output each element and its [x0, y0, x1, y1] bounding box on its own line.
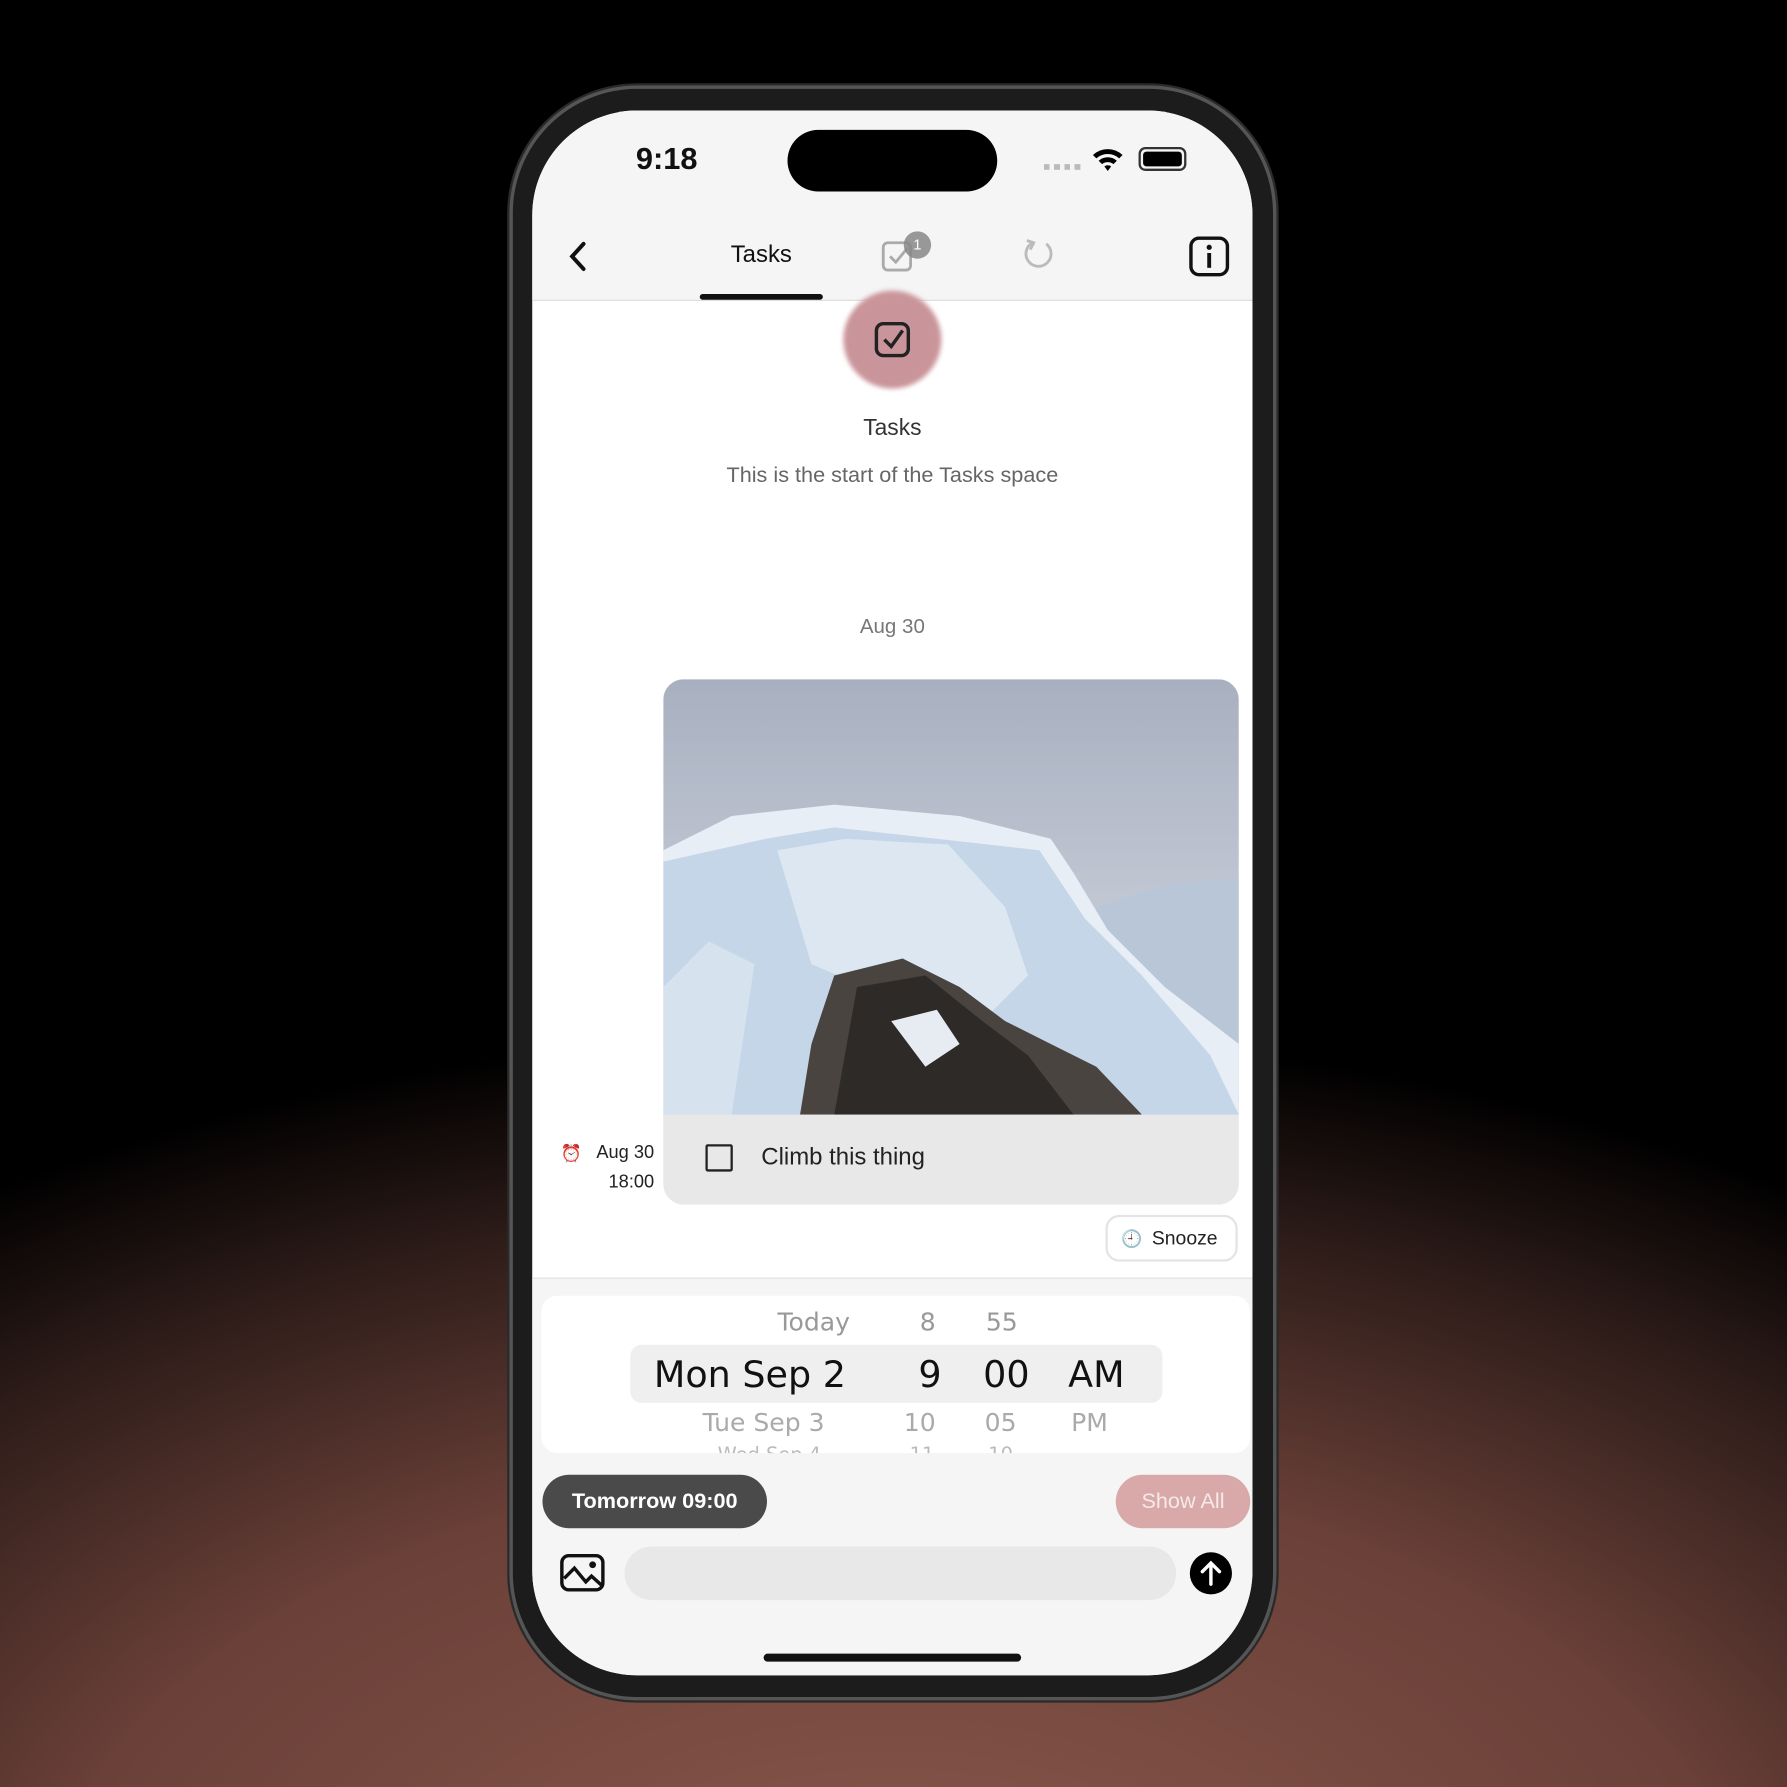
checkbox-checked-icon [874, 321, 911, 358]
tab-tasks[interactable]: Tasks [731, 242, 792, 269]
task-image [663, 679, 1239, 1115]
phone-screen: 9:18 Tasks 1 Tasks This is the start of … [532, 110, 1253, 1676]
refresh-icon[interactable] [1021, 237, 1055, 271]
image-attach-icon[interactable] [560, 1553, 606, 1592]
snooze-button[interactable]: 🕘 Snooze [1105, 1214, 1238, 1262]
picker-minute-option[interactable]: 05 [985, 1409, 1017, 1437]
stage: 9:18 Tasks 1 Tasks This is the start of … [0, 0, 1787, 1787]
badge-count: 1 [903, 231, 932, 259]
info-icon[interactable] [1189, 236, 1230, 277]
reminder-date: Aug 30 [596, 1143, 655, 1163]
task-text: Climb this thing [761, 1144, 925, 1171]
picker-date-option[interactable]: Tue Sep 3 [703, 1409, 825, 1437]
active-tab-indicator [699, 294, 823, 300]
picker-hour-option[interactable]: 8 [920, 1309, 936, 1337]
wifi-icon [1092, 149, 1123, 171]
picker-period-option[interactable]: PM [1071, 1409, 1108, 1437]
picker-period-selected[interactable]: AM [1068, 1353, 1124, 1396]
dynamic-island [787, 129, 998, 192]
picker-hour-option[interactable]: 10 [904, 1409, 936, 1437]
clock-icon: 🕘 [1121, 1229, 1143, 1249]
picker-hour-selected[interactable]: 9 [918, 1353, 941, 1396]
show-all-button[interactable]: Show All [1115, 1474, 1251, 1529]
back-chevron-icon[interactable] [566, 240, 589, 272]
battery-icon [1138, 147, 1187, 171]
message-input[interactable] [624, 1546, 1177, 1601]
signal-icon [1043, 164, 1081, 170]
reminder-time: 18:00 [608, 1172, 655, 1193]
arrow-up-icon [1200, 1560, 1222, 1586]
alarm-clock-icon: ⏰ [560, 1144, 583, 1164]
picker-minute-selected[interactable]: 00 [983, 1353, 1029, 1396]
task-checkbox[interactable] [705, 1144, 733, 1172]
status-time: 9:18 [635, 141, 698, 177]
space-title: Tasks [863, 415, 922, 441]
tab-completed-tasks[interactable]: 1 [881, 231, 932, 272]
home-indicator [763, 1653, 1022, 1662]
date-separator: Aug 30 [859, 614, 925, 638]
tomorrow-0900-button[interactable]: Tomorrow 09:00 [542, 1474, 767, 1529]
picker-date-option[interactable]: Wed Sep 4 [718, 1444, 821, 1453]
picker-date-selected[interactable]: Mon Sep 2 [654, 1353, 846, 1396]
date-time-picker[interactable]: Today Mon Sep 2 Tue Sep 3 Wed Sep 4 8 9 … [541, 1295, 1251, 1454]
space-subtitle: This is the start of the Tasks space [726, 463, 1059, 488]
picker-minute-option[interactable]: 10 [988, 1444, 1013, 1453]
picker-minute-option[interactable]: 55 [986, 1309, 1018, 1337]
picker-hour-option[interactable]: 11 [910, 1444, 935, 1453]
task-card[interactable] [663, 679, 1239, 1205]
snooze-label: Snooze [1151, 1226, 1218, 1249]
picker-date-option[interactable]: Today [777, 1309, 850, 1337]
send-button[interactable] [1189, 1552, 1232, 1595]
